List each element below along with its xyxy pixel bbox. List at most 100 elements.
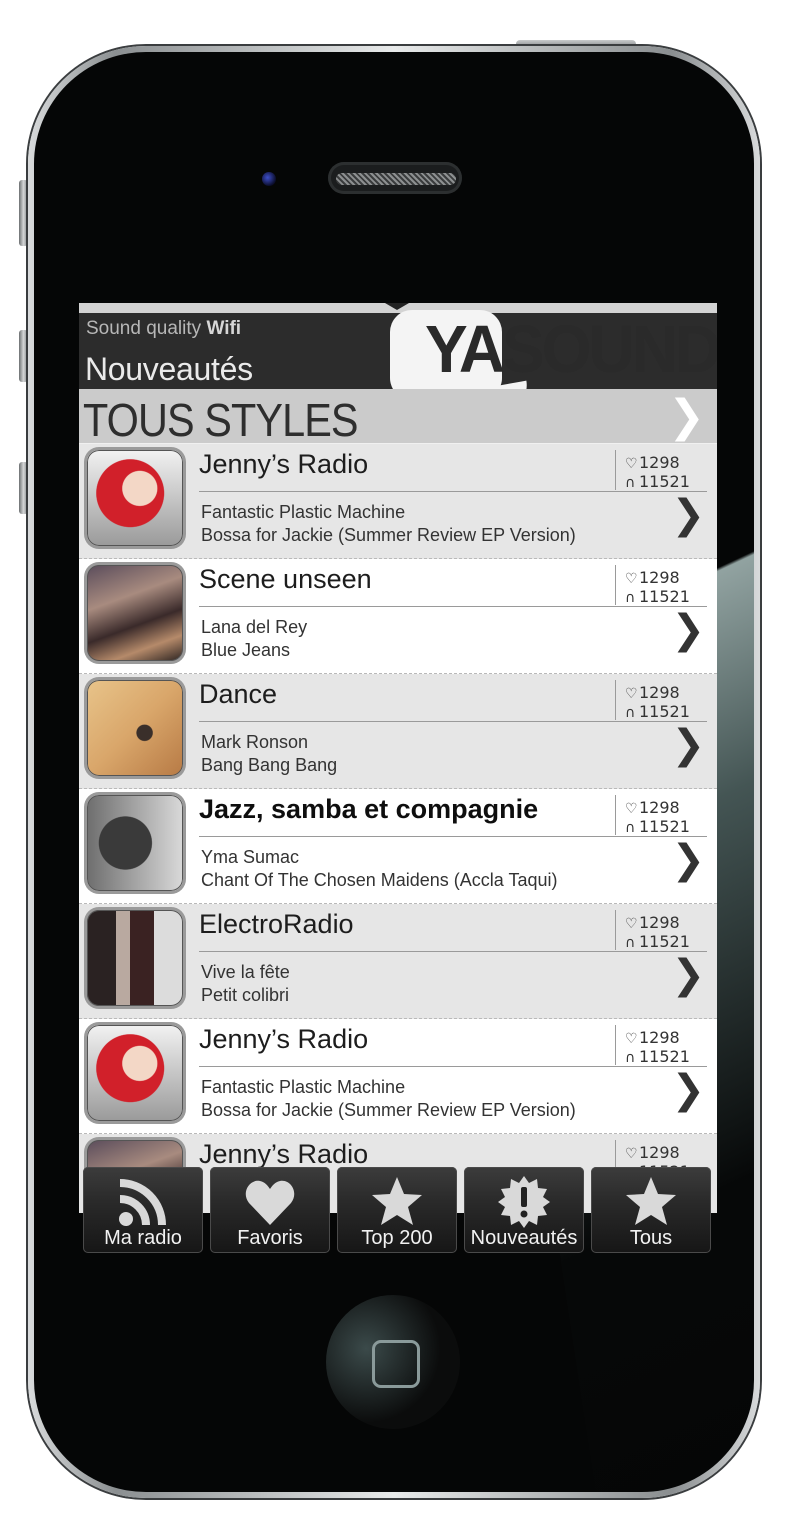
track-name: Bossa for Jackie (Summer Review EP Versi… [201,1100,576,1120]
likes-count: 1298 [639,683,680,702]
station-row[interactable]: Jenny’s Radio ♡1298 ∩ 11521 Fantastic Pla… [79,444,717,559]
divider [615,795,616,835]
divider [199,721,707,722]
artist-name: Yma Sumac [201,847,300,867]
tab-top-200[interactable]: Top 200 [337,1167,457,1253]
artist-name: Lana del Rey [201,617,308,637]
tab-ma-radio[interactable]: Ma radio [83,1167,203,1253]
volume-down-button[interactable] [19,462,28,514]
track-name: Blue Jeans [201,640,291,660]
mute-switch [19,180,28,246]
station-thumbnail [87,565,183,661]
artist-name: Vive la fête [201,962,290,982]
divider [615,1025,616,1065]
track-name: Petit colibri [201,985,290,1005]
station-stats: ♡1298 ∩11521 [625,569,690,607]
station-stats: ♡1298 ∩11521 [625,454,690,492]
likes-count: 1298 [639,568,680,587]
station-row[interactable]: ElectroRadio ♡1298 ∩ 11521 Vive la fête P… [79,904,717,1019]
station-stats: ♡1298 ∩11521 [625,684,690,722]
headphones-icon: ∩ [625,935,636,951]
volume-up-button[interactable] [19,330,28,382]
listeners-count: 11521 [639,472,690,491]
station-name: Dance [199,679,278,709]
heart-icon [245,1180,295,1225]
style-filter[interactable]: TOUS STYLES ❯ [79,389,717,446]
listeners-count: 11521 [639,587,690,606]
track-name: Chant Of The Chosen Maidens (Accla Taqui… [201,870,558,890]
headphones-icon: ∩ [625,1050,636,1066]
tab-label: Top 200 [361,1227,433,1249]
artist-name: Fantastic Plastic Machine [201,1077,406,1097]
listeners-count: 11521 [639,932,690,951]
tab-label: Tous [629,1227,673,1249]
station-stats: ♡1298 ∩11521 [625,799,690,837]
artist-name: Fantastic Plastic Machine [201,502,406,522]
divider [615,450,616,490]
divider [199,491,707,492]
headphones-icon: ∩ [625,475,636,491]
heart-outline-icon: ♡ [625,686,638,702]
heart-outline-icon: ♡ [625,801,638,817]
station-row[interactable]: Jazz, samba et compagnie ♡1298 ∩ 11521 Ym… [79,789,717,904]
divider [615,565,616,605]
track-name: Bossa for Jackie (Summer Review EP Versi… [201,525,576,545]
tab-nouveautes[interactable]: Nouveautés [464,1167,584,1253]
headphones-icon: ∩ [625,705,636,721]
tab-label: Favoris [237,1227,303,1249]
likes-count: 1298 [639,1028,680,1047]
chevron-right-icon: ❯ [671,952,705,998]
divider [199,951,707,952]
pull-down-arrow-icon [385,303,409,310]
station-row[interactable]: Dance ♡1298 ∩ 11521 Mark Ronson Bang Bang… [79,674,717,789]
station-thumbnail [87,910,183,1006]
app-screen: Sound quality Wifi Nouveautés YASOUND TO… [79,303,717,1213]
logo-text: YASOUND [425,311,717,387]
station-row[interactable]: Jenny’s Radio ♡1298 ∩ 11521 Fantastic Pla… [79,1019,717,1134]
listeners-count: 11521 [639,1047,690,1066]
rss-icon [119,1179,166,1226]
chevron-right-icon: ❯ [671,837,705,883]
station-thumbnail [87,450,183,546]
station-name: Jenny’s Radio [199,449,369,479]
home-button-icon [372,1340,420,1388]
tab-favoris[interactable]: Favoris [210,1167,330,1253]
headphones-icon: ∩ [625,590,636,606]
station-name: Scene unseen [199,564,372,594]
station-name: Jenny’s Radio [199,1024,369,1054]
tab-bar: Ma radio Favoris Top 200 Nouveautés Tous [79,1163,717,1259]
chevron-right-icon: ❯ [671,1067,705,1113]
station-stats: ♡1298 ∩11521 [625,1029,690,1067]
divider [199,836,707,837]
likes-count: 1298 [639,453,680,472]
speaker-grill [336,173,456,185]
divider [615,680,616,720]
page-title: Nouveautés [85,351,253,387]
chevron-right-icon: ❯ [671,492,705,538]
chevron-right-icon: ❯ [671,722,705,768]
yasound-logo: YASOUND [425,315,717,382]
likes-count: 1298 [639,913,680,932]
station-row[interactable]: Scene unseen ♡1298 ∩ 11521 Lana del Rey B… [79,559,717,674]
tab-label: Ma radio [104,1227,182,1249]
heart-outline-icon: ♡ [625,916,638,932]
sound-quality-label: Sound quality [86,318,202,339]
star-icon [626,1177,676,1225]
divider [199,1066,707,1067]
station-name: ElectroRadio [199,909,354,939]
tab-label: Nouveautés [470,1227,578,1249]
track-name: Bang Bang Bang [201,755,338,775]
headphones-icon: ∩ [625,820,636,836]
heart-outline-icon: ♡ [625,456,638,472]
station-thumbnail [87,680,183,776]
listeners-count: 11521 [639,817,690,836]
exclamation-badge-icon [498,1176,550,1228]
heart-outline-icon: ♡ [625,571,638,587]
sound-quality[interactable]: Sound quality Wifi [86,318,241,340]
station-thumbnail [87,1025,183,1121]
chevron-right-icon: ❯ [671,607,705,653]
heart-outline-icon: ♡ [625,1031,638,1047]
likes-count: 1298 [639,1143,680,1162]
tab-tous[interactable]: Tous [591,1167,711,1253]
station-list: Jenny’s Radio ♡1298 ∩ 11521 Fantastic Pla… [79,444,717,1213]
